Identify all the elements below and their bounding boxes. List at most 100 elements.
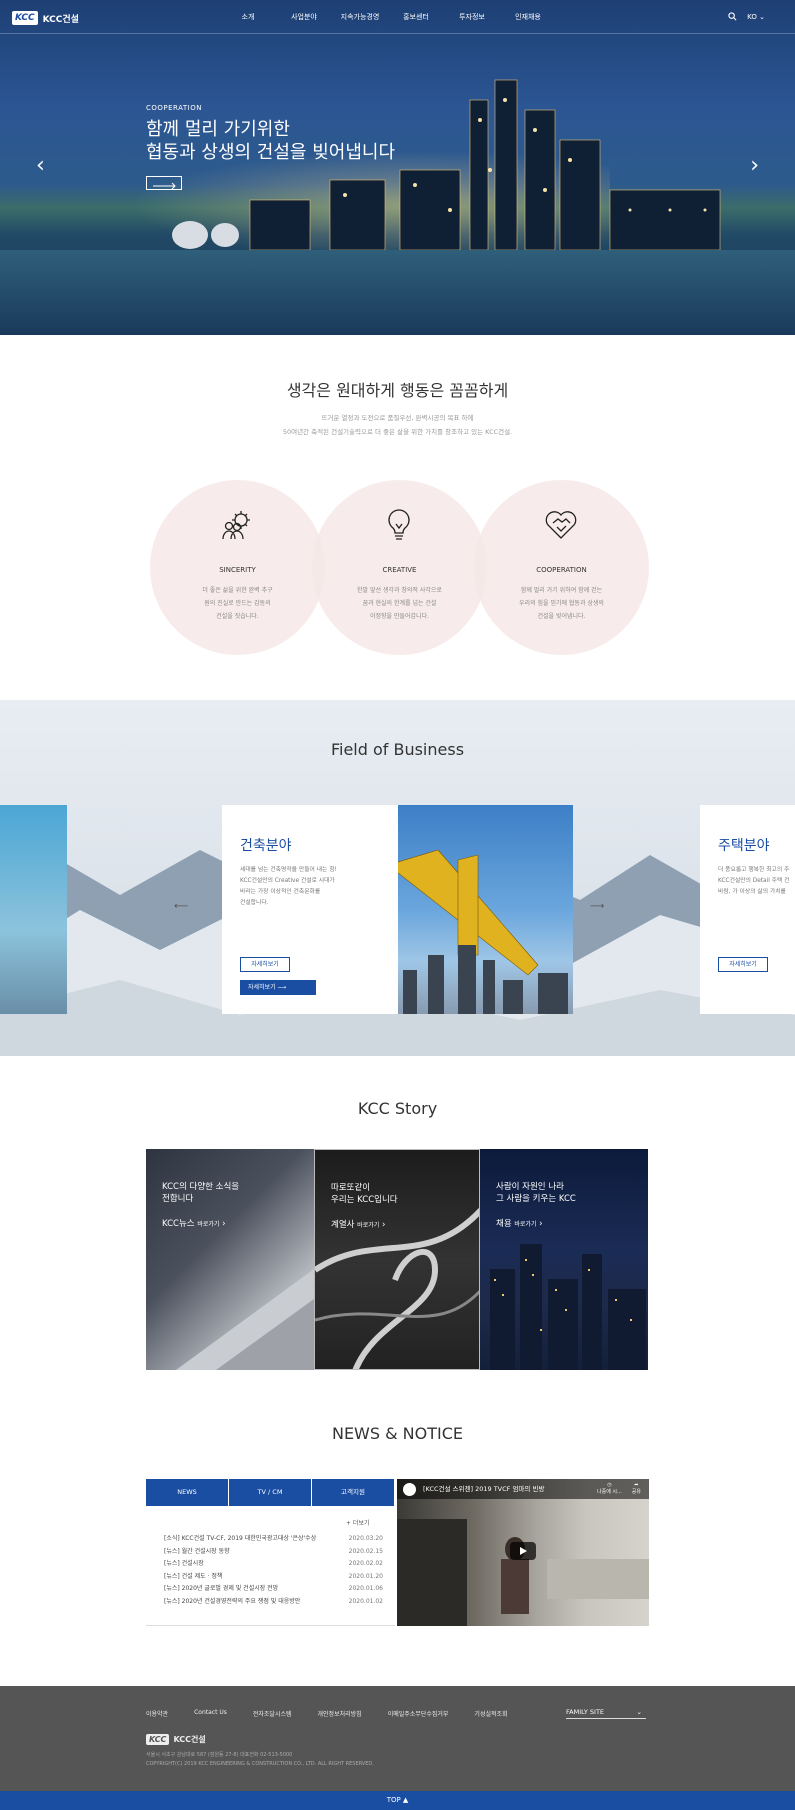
story-link-small: 바로가기	[514, 1221, 537, 1228]
news-item[interactable]: [뉴스] 2020년 글로벌 경제 및 건설시장 전망 2020.01.06	[146, 1583, 387, 1596]
heart-handshake-icon	[545, 511, 577, 539]
footer-links: 이용약관 Contact Us 전자조달시스템 개인정보처리방침 이메일주소무단…	[146, 1709, 534, 1718]
play-button-icon[interactable]	[510, 1542, 536, 1560]
chevron-right-icon: ›	[381, 1220, 386, 1230]
family-site-select[interactable]: FAMILY SITE ⌄	[566, 1705, 646, 1719]
business-slide-prev-image[interactable]	[0, 805, 67, 1014]
news-item[interactable]: [뉴스] 건설 제도 · 정책 2020.01.20	[146, 1571, 387, 1584]
business-card-architecture: 건축분야 세대를 넘는 건축명작을 만들어 내는 힘! KCC건설만의 Crea…	[222, 805, 398, 1014]
logo-text: KCC건설	[42, 14, 79, 25]
footer-link-contact[interactable]: Contact Us	[194, 1709, 227, 1718]
footer-link-procurement[interactable]: 전자조달시스템	[253, 1709, 292, 1718]
footer-address-line: 서울시 서초구 강남대로 587 (잠원동 27-8) 대표전화 02-513-…	[146, 1752, 293, 1758]
news-item-title: [뉴스] 건설 제도 · 정책	[164, 1572, 223, 1580]
news-more-link[interactable]: + 더보기	[346, 1518, 370, 1527]
logo-mark: KCC	[12, 11, 38, 25]
business-desc-line: KCC건설만의 Creative 건설로 시대가	[240, 878, 335, 884]
search-icon[interactable]	[728, 12, 737, 21]
business-detail-button-active[interactable]: 자세히보기 ⟶	[240, 980, 316, 995]
footer-link-email-policy[interactable]: 이메일주소무단수집거부	[388, 1709, 449, 1718]
intro-sub-line2: 50여년간 축적된 건설기술력으로 더 좋은 삶을 위한 가치를 창조하고 있는…	[282, 428, 513, 436]
chevron-right-icon: ›	[539, 1219, 543, 1229]
main-nav: 소개 사업분야 지속가능경영 홍보센터 투자정보 인재채용	[220, 0, 556, 34]
news-item-date: 2020.03.20	[348, 1535, 383, 1542]
business-card-title: 건축분야	[240, 838, 292, 854]
news-item-title: [뉴스] 건설시장	[164, 1560, 204, 1568]
business-detail-button[interactable]: 자세히보기	[718, 957, 768, 972]
watch-later-button[interactable]: ◷ 나중에 시...	[597, 1482, 622, 1495]
business-next-arrow-icon[interactable]: ⟶	[590, 901, 604, 912]
nav-item-pr[interactable]: 홍보센터	[388, 0, 444, 34]
story-tile-link[interactable]: KCC뉴스 바로가기 ›	[162, 1217, 226, 1229]
intro-section: 생각은 원대하게 행동은 꼼꼼하게 뜨거운 열정과 도전으로 품질우선, 완벽시…	[0, 335, 795, 700]
values-circles: SINCERITY 더 좋은 삶을 위한 완벽 추구 원의 진실로 만드는 감동의…	[150, 480, 650, 655]
news-item[interactable]: [뉴스] 월간 건설시장 동향 2020.02.15	[146, 1546, 387, 1559]
slider-next-icon[interactable]: ›	[750, 155, 759, 177]
kcc-logo[interactable]: KCC KCC건설	[12, 11, 79, 25]
intro-sub-line1: 뜨거운 열정과 도전으로 품질우선, 완벽시공의 목표 하에	[321, 414, 474, 422]
story-tile-link[interactable]: 채용 바로가기 ›	[496, 1217, 543, 1229]
tab-news[interactable]: NEWS	[146, 1479, 229, 1506]
business-detail-button[interactable]: 자세히보기	[240, 957, 290, 972]
hero-title-line1: 함께 멀리 가기위한	[146, 119, 290, 140]
story-tile-link[interactable]: 계열사 바로가기 ›	[331, 1218, 385, 1230]
business-desc-line: 더 풍요롭고 행복한 최고의 주	[718, 867, 790, 873]
value-desc-line: 함께 멀리 가기 위하여 함께 걷는	[520, 587, 603, 594]
nav-item-ir[interactable]: 투자정보	[444, 0, 500, 34]
tab-customer-support[interactable]: 고객지원	[312, 1479, 395, 1506]
youtube-video-player[interactable]: [KCC건설 스위첸] 2019 TVCF 엄마의 빈방 ◷ 나중에 시... ➦…	[397, 1479, 649, 1626]
language-select[interactable]: KO ⌄	[747, 13, 765, 21]
business-prev-arrow-icon[interactable]: ⟵	[174, 901, 188, 912]
news-item[interactable]: [소식] KCC건설 TV-CF, 2019 대한민국광고대상 '은상'수상 20…	[146, 1533, 387, 1546]
footer-copyright: COPYRIGHT(C) 2019 KCC ENGINEERING & CONS…	[146, 1761, 374, 1767]
news-tabs: NEWS TV / CM 고객지원	[146, 1479, 395, 1506]
story-tile-text: KCC의 다양한 소식을 전합니다	[162, 1181, 239, 1205]
news-item[interactable]: [뉴스] 2020년 건설경영전략의 주요 쟁점 및 대응방안 2020.01.0…	[146, 1596, 387, 1609]
back-to-top-button[interactable]: TOP ▲	[0, 1791, 795, 1810]
business-detail-label: 자세히보기	[248, 984, 276, 991]
value-desc-line: 더 좋은 삶을 위한 완벽 추구	[202, 587, 273, 594]
hero-banner: KCC KCC건설 소개 사업분야 지속가능경영 홍보센터 투자정보 인재채용 …	[0, 0, 795, 335]
story-tile-recruit[interactable]: 사람이 자원인 나라 그 사람을 키우는 KCC 채용 바로가기 ›	[480, 1149, 648, 1370]
business-section: Field of Business ⟵ 건축분야 세대를 넘는 건축명작을 만들…	[0, 700, 795, 1056]
top-navigation-bar: KCC KCC건설 소개 사업분야 지속가능경영 홍보센터 투자정보 인재채용 …	[0, 0, 795, 34]
nav-item-about[interactable]: 소개	[220, 0, 276, 34]
slider-prev-icon[interactable]: ‹	[36, 155, 45, 177]
video-actions: ◷ 나중에 시... ➦ 공유	[597, 1482, 641, 1495]
nav-item-recruit[interactable]: 인재채용	[500, 0, 556, 34]
news-item-title: [뉴스] 2020년 글로벌 경제 및 건설시장 전망	[164, 1585, 279, 1593]
footer-link-privacy[interactable]: 개인정보처리방침	[318, 1709, 362, 1718]
value-desc: 한발 앞선 생각과 창의적 사각으로 꿈과 현실의 한계를 넘는 건설 이정향을 만…	[347, 584, 452, 623]
footer-link-performance[interactable]: 기성실적조회	[474, 1709, 507, 1718]
footer-logo-mark: KCC	[146, 1734, 170, 1745]
intro-subtitle: 뜨거운 열정과 도전으로 품질우선, 완벽시공의 목표 하에 50여년간 축적된…	[0, 411, 795, 439]
news-item-date: 2020.01.02	[348, 1597, 383, 1605]
business-card-title: 주택분야	[718, 838, 770, 854]
hero-more-button[interactable]	[146, 176, 182, 190]
share-button[interactable]: ➦ 공유	[632, 1482, 641, 1495]
news-item-date: 2020.02.02	[348, 1560, 383, 1568]
value-desc: 함께 멀리 가기 위하여 함께 걷는 우리의 힘을 믿기에 협동과 상생의 건설을 …	[509, 584, 614, 623]
language-label: KO	[747, 12, 757, 21]
story-tile-news[interactable]: KCC의 다양한 소식을 전합니다 KCC뉴스 바로가기 ›	[146, 1149, 314, 1370]
news-divider	[146, 1625, 395, 1626]
news-item-title: [소식] KCC건설 TV-CF, 2019 대한민국광고대상 '은상'수상	[164, 1535, 317, 1542]
value-title: CREATIVE	[382, 566, 417, 574]
nav-item-sustainability[interactable]: 지속가능경영	[332, 0, 388, 34]
share-icon: ➦	[634, 1482, 639, 1488]
footer-link-terms[interactable]: 이용약관	[146, 1709, 168, 1718]
arrow-right-icon: ⟶	[277, 984, 287, 991]
footer-logo: KCC KCC건설	[146, 1734, 206, 1745]
channel-avatar[interactable]	[403, 1483, 416, 1496]
value-desc-line: 한발 앞선 생각과 창의적 사각으로	[357, 587, 442, 594]
news-item[interactable]: [뉴스] 건설시장 2020.02.02	[146, 1558, 387, 1571]
family-site-label: FAMILY SITE	[566, 1708, 605, 1716]
value-desc-line: 건설을 짓습니다.	[216, 613, 259, 620]
news-item-date: 2020.02.15	[348, 1547, 383, 1555]
story-tile-affiliates[interactable]: 따로또같이 우리는 KCC입니다 계열사 바로가기 ›	[314, 1149, 480, 1370]
tab-tv-cm[interactable]: TV / CM	[229, 1479, 312, 1506]
nav-item-business[interactable]: 사업분야	[276, 0, 332, 34]
story-link-label: 계열사	[331, 1220, 355, 1230]
story-link-small: 바로가기	[357, 1222, 380, 1229]
value-desc-line: 원의 진실로 만드는 감동의	[204, 600, 271, 607]
